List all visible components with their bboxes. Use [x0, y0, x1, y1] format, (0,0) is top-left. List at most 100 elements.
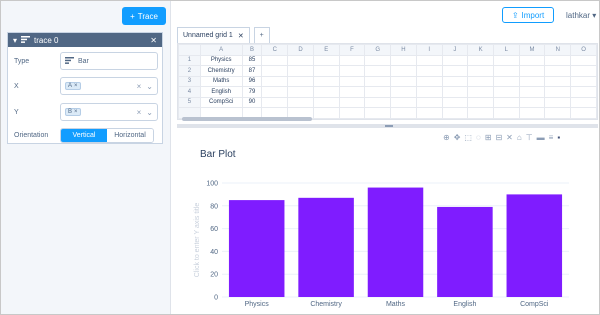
bar[interactable] — [437, 206, 493, 297]
x-select[interactable]: A × × ⌄ — [60, 77, 158, 95]
grid-cell[interactable] — [261, 65, 289, 77]
column-header[interactable]: A — [199, 44, 243, 56]
grid-cell[interactable] — [390, 75, 417, 87]
grid-cell[interactable] — [518, 107, 546, 119]
grid-cell[interactable] — [492, 86, 520, 98]
grid-cell[interactable] — [287, 96, 314, 108]
grid-cell[interactable] — [287, 65, 314, 77]
grid-cell[interactable] — [441, 86, 469, 98]
grid-cell[interactable] — [364, 75, 392, 87]
grid-cell[interactable] — [441, 65, 469, 77]
autoscale-icon[interactable]: ✕ — [506, 133, 513, 142]
column-header[interactable]: D — [287, 44, 314, 56]
grid-cell[interactable]: 90 — [241, 96, 263, 108]
grid-cell[interactable] — [467, 96, 494, 108]
row-number[interactable]: 3 — [178, 75, 201, 87]
grid-cell[interactable] — [518, 54, 546, 66]
column-header[interactable]: G — [364, 44, 392, 56]
bar[interactable] — [298, 197, 354, 297]
column-header[interactable]: I — [415, 44, 443, 56]
grid-cell[interactable] — [390, 86, 417, 98]
grid-cell[interactable] — [518, 96, 546, 108]
add-trace-button[interactable]: + Trace — [122, 7, 166, 25]
grid-cell[interactable] — [338, 107, 366, 119]
grid-cell[interactable] — [492, 54, 520, 66]
grid-cell[interactable] — [338, 86, 366, 98]
grid-cell[interactable] — [570, 107, 597, 119]
hover-compare-icon[interactable]: ≡ — [549, 133, 554, 142]
grid-cell[interactable] — [441, 96, 469, 108]
zoom-icon[interactable]: ⊕ — [443, 133, 450, 142]
resize-handle[interactable] — [385, 125, 393, 127]
row-number[interactable]: 1 — [178, 54, 201, 66]
bar[interactable] — [228, 200, 285, 297]
grid-cell[interactable] — [544, 107, 572, 119]
grid-cell[interactable]: 79 — [241, 86, 263, 98]
grid-cell[interactable] — [415, 96, 443, 108]
grid-cell[interactable] — [364, 107, 392, 119]
zoom-out-icon[interactable]: ⊟ — [495, 133, 502, 142]
grid-cell[interactable] — [441, 107, 469, 119]
grid-cell[interactable]: English — [199, 86, 243, 98]
tab-grid-1[interactable]: Unnamed grid 1 ✕ — [177, 27, 250, 43]
grid-cell[interactable] — [390, 54, 417, 66]
grid-cell[interactable] — [312, 65, 340, 77]
lasso-icon[interactable]: ◌ — [476, 133, 481, 142]
grid-cell[interactable] — [390, 96, 417, 108]
grid-cell[interactable] — [312, 86, 340, 98]
remove-icon[interactable]: × — [74, 83, 78, 89]
grid-cell[interactable] — [312, 54, 340, 66]
plotly-logo-icon[interactable]: ▪ — [557, 133, 560, 142]
grid-cell[interactable]: Maths — [199, 75, 243, 87]
grid-cell[interactable] — [544, 96, 572, 108]
grid-cell[interactable] — [544, 54, 572, 66]
bar[interactable] — [506, 194, 563, 297]
column-header[interactable]: N — [544, 44, 572, 56]
grid-cell[interactable]: Physics — [199, 54, 243, 66]
grid-cell[interactable] — [570, 86, 597, 98]
chevron-down-icon[interactable]: ⌄ — [146, 108, 153, 117]
orientation-vertical[interactable]: Vertical — [61, 128, 107, 142]
grid-cell[interactable] — [261, 75, 289, 87]
grid-cell[interactable] — [467, 75, 494, 87]
add-grid-button[interactable]: + — [253, 27, 270, 43]
panel-divider[interactable] — [177, 124, 598, 128]
grid-cell[interactable] — [492, 107, 520, 119]
remove-icon[interactable]: × — [74, 109, 78, 115]
column-header[interactable]: H — [390, 44, 417, 56]
grid-cell[interactable] — [415, 75, 443, 87]
column-header[interactable]: F — [338, 44, 366, 56]
import-button[interactable]: ⇪ Import — [502, 7, 554, 23]
grid-cell[interactable] — [518, 86, 546, 98]
type-select[interactable]: Bar — [60, 52, 158, 70]
grid-cell[interactable]: 85 — [241, 54, 263, 66]
grid-cell[interactable] — [415, 65, 443, 77]
grid-cell[interactable] — [492, 65, 520, 77]
reset-axes-icon[interactable]: ⌂ — [517, 133, 522, 142]
grid-cell[interactable] — [570, 96, 597, 108]
grid-cell[interactable] — [467, 107, 494, 119]
box-select-icon[interactable]: ⬚ — [464, 133, 472, 142]
grid-cell[interactable] — [390, 107, 417, 119]
grid-cell[interactable] — [544, 75, 572, 87]
grid-cell[interactable] — [441, 75, 469, 87]
grid-cell[interactable] — [570, 65, 597, 77]
grid-cell[interactable] — [364, 96, 392, 108]
grid-cell[interactable]: Chemistry — [199, 65, 243, 77]
chevron-down-icon[interactable]: ▾ — [13, 36, 17, 45]
grid-cell[interactable] — [415, 86, 443, 98]
grid-cell[interactable] — [287, 75, 314, 87]
grid-cell[interactable] — [312, 75, 340, 87]
grid-cell[interactable] — [390, 65, 417, 77]
grid-cell[interactable] — [441, 54, 469, 66]
grid-cell[interactable]: 96 — [241, 75, 263, 87]
grid-cell[interactable] — [338, 54, 366, 66]
column-header[interactable]: L — [492, 44, 520, 56]
grid-cell[interactable] — [544, 65, 572, 77]
hover-closest-icon[interactable]: ▬ — [537, 133, 545, 142]
column-header[interactable]: K — [467, 44, 494, 56]
column-header[interactable]: J — [441, 44, 469, 56]
row-number[interactable]: 2 — [178, 65, 201, 77]
grid-cell[interactable] — [261, 96, 289, 108]
grid-cell[interactable] — [570, 75, 597, 87]
